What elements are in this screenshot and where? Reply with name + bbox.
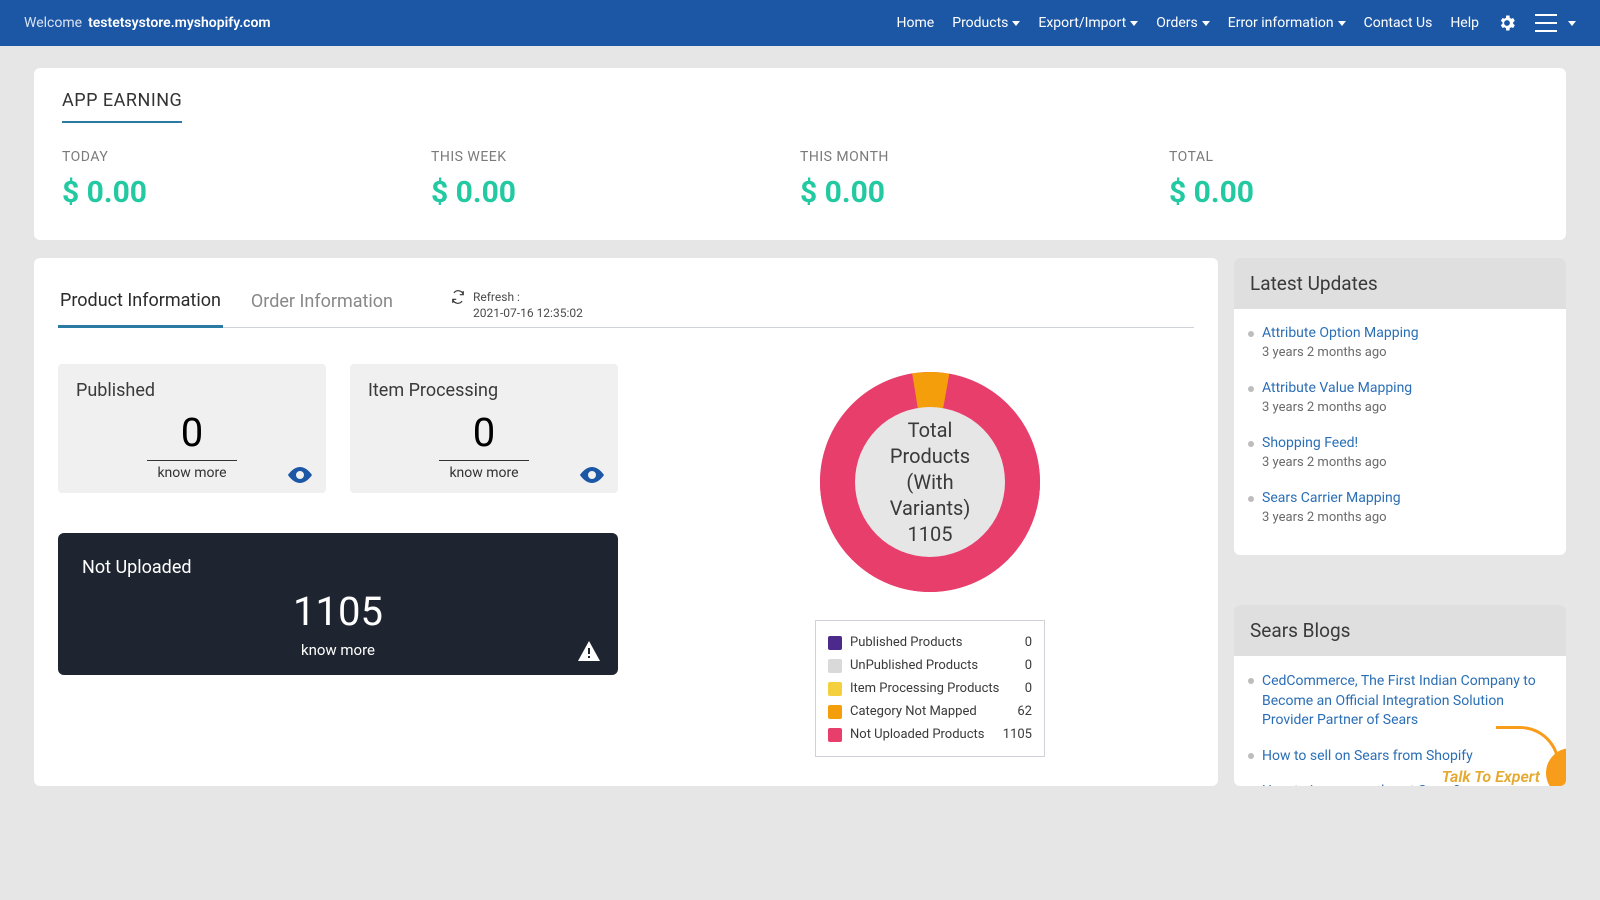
update-link[interactable]: Attribute Option Mapping (1262, 325, 1552, 341)
earning-week: THIS WEEK $ 0.00 (431, 149, 800, 210)
update-item: Attribute Value Mapping 3 years 2 months… (1248, 374, 1552, 429)
latest-updates-panel: Latest Updates Attribute Option Mapping … (1234, 258, 1566, 555)
eye-icon[interactable] (580, 467, 604, 483)
nav-export-import[interactable]: Export/Import (1038, 15, 1138, 31)
update-link[interactable]: Sears Carrier Mapping (1262, 490, 1552, 506)
top-navbar: Welcome testetsystore.myshopify.com Home… (0, 0, 1600, 46)
card-item-processing-value: 0 (368, 409, 600, 456)
update-link[interactable]: Shopping Feed! (1262, 435, 1552, 451)
update-item: Shopping Feed! 3 years 2 months ago (1248, 429, 1552, 484)
update-time: 3 years 2 months ago (1262, 455, 1552, 470)
caret-down-icon (1568, 21, 1576, 26)
update-link[interactable]: Attribute Value Mapping (1262, 380, 1552, 396)
tab-order-information[interactable]: Order Information (249, 277, 395, 326)
nav-error-information[interactable]: Error information (1228, 15, 1346, 31)
app-earning-panel: APP EARNING TODAY $ 0.00 THIS WEEK $ 0.0… (34, 68, 1566, 240)
earning-total-value: $ 0.00 (1169, 175, 1538, 210)
refresh-time: 2021-07-16 12:35:02 (473, 306, 583, 320)
know-more-published[interactable]: know more (147, 460, 237, 481)
earning-month-label: THIS MONTH (800, 149, 1169, 165)
know-more-item-processing[interactable]: know more (439, 460, 529, 481)
sears-blogs-title: Sears Blogs (1234, 605, 1566, 656)
nav-products[interactable]: Products (952, 15, 1020, 31)
update-time: 3 years 2 months ago (1262, 400, 1552, 415)
caret-down-icon (1012, 21, 1020, 26)
legend-row: Not Uploaded Products1105 (828, 723, 1032, 746)
talk-to-expert-label: Talk To Expert (1442, 767, 1540, 786)
legend-row: Item Processing Products0 (828, 677, 1032, 700)
card-item-processing: Item Processing 0 know more (350, 364, 618, 493)
store-domain: testetsystore.myshopify.com (88, 15, 271, 31)
earning-today-label: TODAY (62, 149, 431, 165)
update-time: 3 years 2 months ago (1262, 510, 1552, 525)
card-published-value: 0 (76, 409, 308, 456)
chart-legend: Published Products0 UnPublished Products… (815, 620, 1045, 757)
latest-updates-title: Latest Updates (1234, 258, 1566, 309)
earning-today: TODAY $ 0.00 (62, 149, 431, 210)
swatch-icon (828, 682, 842, 696)
products-donut-chart: Total Products (With Variants) 1105 Publ… (666, 364, 1194, 757)
earning-month-value: $ 0.00 (800, 175, 1169, 210)
card-item-processing-label: Item Processing (368, 380, 600, 401)
hamburger-menu-icon[interactable] (1535, 13, 1576, 33)
update-item: Attribute Option Mapping 3 years 2 month… (1248, 319, 1552, 374)
nav-orders[interactable]: Orders (1156, 15, 1210, 31)
nav-menu: Home Products Export/Import Orders Error… (897, 13, 1576, 33)
legend-row: UnPublished Products0 (828, 654, 1032, 677)
welcome-label: Welcome (24, 15, 82, 31)
swatch-icon (828, 659, 842, 673)
caret-down-icon (1338, 21, 1346, 26)
earning-total: TOTAL $ 0.00 (1169, 149, 1538, 210)
refresh-icon (451, 290, 465, 304)
legend-row: Category Not Mapped62 (828, 700, 1032, 723)
card-not-uploaded-value: 1105 (82, 588, 594, 635)
earning-week-value: $ 0.00 (431, 175, 800, 210)
swatch-icon (828, 705, 842, 719)
eye-icon[interactable] (288, 467, 312, 483)
swatch-icon (828, 728, 842, 742)
sears-blogs-panel: Sears Blogs CedCommerce, The First India… (1234, 605, 1566, 786)
earning-today-value: $ 0.00 (62, 175, 431, 210)
caret-down-icon (1202, 21, 1210, 26)
app-earning-title: APP EARNING (62, 90, 182, 123)
card-published: Published 0 know more (58, 364, 326, 493)
earning-month: THIS MONTH $ 0.00 (800, 149, 1169, 210)
earning-week-label: THIS WEEK (431, 149, 800, 165)
card-not-uploaded: Not Uploaded 1105 know more (58, 533, 618, 675)
swatch-icon (828, 636, 842, 650)
earning-total-label: TOTAL (1169, 149, 1538, 165)
refresh-button[interactable]: Refresh : 2021-07-16 12:35:02 (451, 282, 583, 321)
nav-contact-us[interactable]: Contact Us (1364, 15, 1433, 31)
refresh-label: Refresh : (473, 290, 520, 304)
product-info-panel: Product Information Order Information Re… (34, 258, 1218, 786)
tab-product-information[interactable]: Product Information (58, 276, 223, 328)
donut-center-label: Total Products (With Variants) 1105 (855, 407, 1005, 557)
gear-icon[interactable] (1497, 13, 1517, 33)
know-more-not-uploaded[interactable]: know more (82, 641, 594, 659)
info-tabs: Product Information Order Information Re… (58, 276, 1194, 328)
legend-row: Published Products0 (828, 631, 1032, 654)
nav-help[interactable]: Help (1450, 15, 1479, 31)
warning-icon (578, 641, 600, 661)
card-published-label: Published (76, 380, 308, 401)
update-item: Sears Carrier Mapping 3 years 2 months a… (1248, 484, 1552, 539)
update-time: 3 years 2 months ago (1262, 345, 1552, 360)
caret-down-icon (1130, 21, 1138, 26)
card-not-uploaded-label: Not Uploaded (82, 557, 594, 578)
nav-home[interactable]: Home (897, 15, 935, 31)
